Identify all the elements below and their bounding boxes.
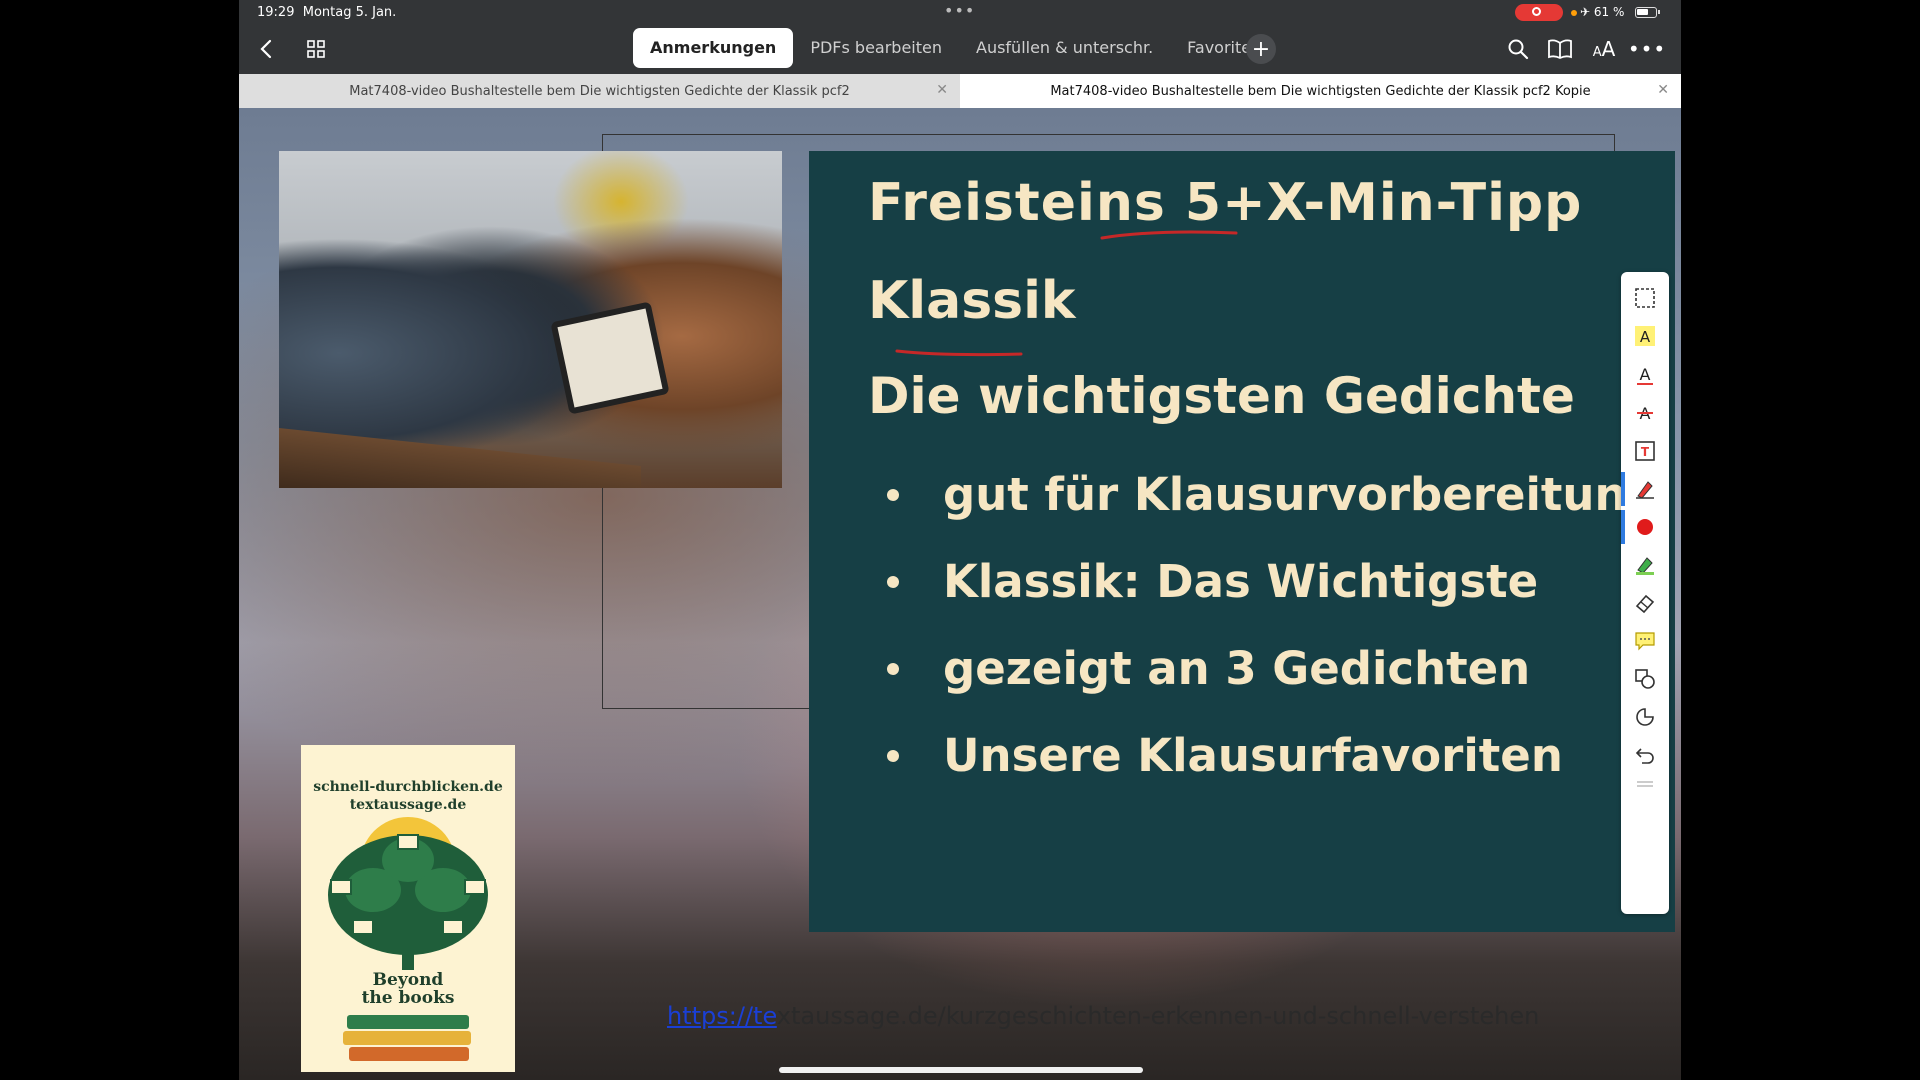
airplane-icon: ✈ xyxy=(1580,5,1591,19)
status-time: 19:29 Montag 5. Jan. xyxy=(257,5,396,20)
text-size-button[interactable]: AA xyxy=(1589,35,1619,63)
illustration-image xyxy=(279,151,782,488)
document-tab-title: Mat7408-video Bushaltestelle bem Die wic… xyxy=(1050,83,1591,99)
eraser-tool[interactable] xyxy=(1621,584,1669,622)
document-tab-title: Mat7408-video Bushaltestelle bem Die wic… xyxy=(349,83,850,99)
mic-indicator-icon xyxy=(1571,9,1577,16)
annotation-toolbar: A A A T xyxy=(1621,272,1669,914)
document-tab-2[interactable]: Mat7408-video Bushaltestelle bem Die wic… xyxy=(960,74,1681,108)
bullet-list: gut für Klausurvorbereitung Klassik: Das… xyxy=(881,451,1659,799)
slide-panel: Freisteins 5+X-Min-Tipp Klassik Die wich… xyxy=(809,151,1675,932)
book-icon xyxy=(1548,39,1572,59)
logo-slogan: Beyond the books xyxy=(301,971,515,1007)
home-indicator[interactable] xyxy=(779,1067,1143,1073)
pdf-page[interactable]: Freisteins 5+X-Min-Tipp Klassik Die wich… xyxy=(239,108,1681,1080)
url-rest: xtaussage.de/kurzgeschichten-erkennen-un… xyxy=(776,1002,1540,1030)
select-area-icon xyxy=(1635,288,1655,308)
plus-icon: + xyxy=(1251,36,1271,62)
time-text: 19:29 xyxy=(257,5,295,20)
document-tab-1[interactable]: Mat7408-video Bushaltestelle bem Die wic… xyxy=(239,74,960,108)
highlight-text-icon: A xyxy=(1635,326,1655,346)
pen-icon xyxy=(1636,481,1654,499)
underline-text-tool[interactable]: A xyxy=(1621,356,1669,394)
color-picker-tool[interactable] xyxy=(1621,508,1669,546)
close-icon[interactable]: ✕ xyxy=(1657,82,1669,98)
bullet-item: gezeigt an 3 Gedichten xyxy=(881,625,1659,712)
battery-percent: 61 % xyxy=(1593,5,1625,19)
slide-subtitle: Klassik xyxy=(868,271,1076,331)
textbox-icon: T xyxy=(1635,441,1655,461)
reading-mode-button[interactable] xyxy=(1546,35,1574,63)
battery-icon xyxy=(1635,7,1660,18)
mode-tabs: Anmerkungen PDFs bearbeiten Ausfüllen & … xyxy=(633,28,1278,68)
more-button[interactable]: ••• xyxy=(1628,35,1665,63)
color-dot-icon xyxy=(1637,519,1653,535)
logo-slogan-line: the books xyxy=(361,988,455,1008)
comment-tool[interactable] xyxy=(1621,622,1669,660)
svg-text:T: T xyxy=(1641,445,1650,459)
highlight-text-tool[interactable]: A xyxy=(1621,317,1669,355)
tree-icon xyxy=(328,817,488,970)
text-size-icon: AA xyxy=(1592,37,1616,61)
bullet-item: Unsere Klausurfavoriten xyxy=(881,712,1659,799)
footer-url[interactable]: https://textaussage.de/kurzgeschichten-e… xyxy=(667,1002,1539,1030)
bench-shape xyxy=(279,428,642,488)
strikethrough-text-tool[interactable]: A xyxy=(1621,394,1669,432)
ipad-screen: 19:29 Montag 5. Jan. ••• ✈ 61 % Anmerkun… xyxy=(239,0,1681,1080)
logo-slogan-line: Beyond xyxy=(372,970,444,990)
back-button[interactable] xyxy=(251,34,281,64)
logo-line-2: textaussage.de xyxy=(349,797,467,813)
pen-tool[interactable] xyxy=(1621,470,1669,508)
url-link-part[interactable]: https://te xyxy=(667,1002,777,1030)
comment-icon xyxy=(1635,632,1655,651)
document-tabs: Mat7408-video Bushaltestelle bem Die wic… xyxy=(239,74,1681,108)
bullet-item: gut für Klausurvorbereitung xyxy=(881,451,1659,538)
svg-text:A: A xyxy=(1640,328,1651,346)
underline-text-icon: A xyxy=(1637,365,1653,385)
search-button[interactable] xyxy=(1504,35,1532,63)
tablet-shape xyxy=(550,301,670,415)
search-icon xyxy=(1508,39,1529,60)
slide-title: Freisteins 5+X-Min-Tipp xyxy=(868,173,1583,233)
grid-icon xyxy=(307,40,325,58)
eraser-icon xyxy=(1635,594,1655,614)
brand-logo: schnell-durchblicken.de textaussage.de B… xyxy=(301,745,515,1072)
date-text: Montag 5. Jan. xyxy=(302,5,397,20)
highlighter-tool[interactable] xyxy=(1621,546,1669,584)
textbox-tool[interactable]: T xyxy=(1621,432,1669,470)
more-icon: ••• xyxy=(1627,37,1667,61)
svg-text:A: A xyxy=(1640,365,1651,384)
tab-pdfs-bearbeiten[interactable]: PDFs bearbeiten xyxy=(793,28,959,68)
screen-recording-icon[interactable] xyxy=(1515,4,1563,21)
add-tool-button[interactable]: + xyxy=(1246,34,1276,64)
thumbnails-button[interactable] xyxy=(303,36,329,62)
drag-handle[interactable] xyxy=(1621,772,1669,796)
drag-handle-icon xyxy=(1637,781,1653,787)
strikethrough-text-icon: A xyxy=(1637,404,1653,423)
chevron-left-icon xyxy=(260,39,272,59)
select-area-tool[interactable] xyxy=(1621,279,1669,317)
status-right: ✈ 61 % xyxy=(1571,5,1624,19)
status-bar: 19:29 Montag 5. Jan. ••• ✈ 61 % xyxy=(239,0,1681,26)
logo-line-1: schnell-durchblicken.de xyxy=(313,779,503,795)
red-underline-mark xyxy=(895,349,1023,357)
undo-tool[interactable] xyxy=(1621,736,1669,774)
stamp-tool[interactable] xyxy=(1621,698,1669,736)
stamp-icon xyxy=(1636,708,1654,726)
bullet-item: Klassik: Das Wichtigste xyxy=(881,538,1659,625)
shapes-icon xyxy=(1635,669,1655,689)
books-icon xyxy=(343,1015,471,1061)
tab-ausfuellen[interactable]: Ausfüllen & unterschr. xyxy=(959,28,1170,68)
close-icon[interactable]: ✕ xyxy=(936,82,948,98)
red-underline-mark xyxy=(1100,230,1238,240)
app-toolbar: Anmerkungen PDFs bearbeiten Ausfüllen & … xyxy=(239,26,1681,74)
tab-anmerkungen[interactable]: Anmerkungen xyxy=(633,28,794,68)
multitasking-dots-icon[interactable]: ••• xyxy=(944,1,975,20)
shapes-tool[interactable] xyxy=(1621,660,1669,698)
highlighter-icon xyxy=(1636,557,1654,575)
slide-heading: Die wichtigsten Gedichte xyxy=(868,367,1575,425)
undo-icon xyxy=(1635,748,1654,764)
